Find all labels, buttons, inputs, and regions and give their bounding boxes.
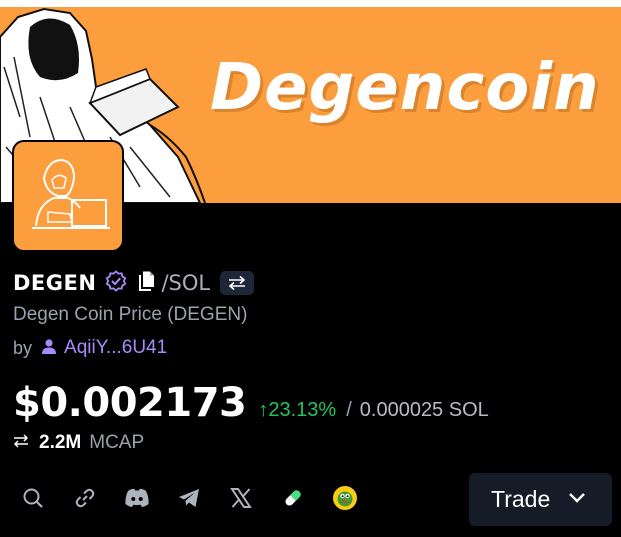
creator-row: by AqiiY...6U41 xyxy=(13,337,167,359)
by-label: by xyxy=(13,337,33,358)
search-icon[interactable] xyxy=(20,485,46,511)
copy-icon[interactable] xyxy=(137,270,157,297)
swap-icon[interactable] xyxy=(220,271,255,295)
hacker-line-icon xyxy=(32,158,110,229)
pill-icon[interactable] xyxy=(280,485,306,511)
quote-pair: /SOL xyxy=(161,271,211,295)
token-avatar xyxy=(12,140,124,252)
swap-arrows-icon xyxy=(13,432,29,454)
trade-label: Trade xyxy=(491,486,551,512)
chevron-down-icon xyxy=(568,491,586,509)
mcap-label: MCAP xyxy=(89,432,145,453)
price-in-sol: 0.000025 SOL xyxy=(359,399,489,421)
top-strip xyxy=(0,0,621,7)
price-separator: / xyxy=(346,399,352,421)
token-header: DEGEN /SOL xyxy=(13,268,255,298)
trade-button[interactable]: Trade xyxy=(469,473,612,526)
token-full-name: Degen Coin Price (DEGEN) xyxy=(13,304,248,325)
token-symbol: DEGEN xyxy=(13,271,97,295)
link-icon[interactable] xyxy=(72,485,98,511)
verified-badge-icon xyxy=(105,269,127,297)
telegram-icon[interactable] xyxy=(176,485,202,511)
discord-icon[interactable] xyxy=(124,485,150,511)
frog-icon[interactable] xyxy=(332,485,358,511)
mcap-value: 2.2M xyxy=(39,432,82,453)
x-icon[interactable] xyxy=(228,485,254,511)
banner-title: Degencoin xyxy=(210,51,600,125)
user-icon xyxy=(41,338,57,359)
token-price: $0.002173 xyxy=(13,380,247,426)
social-links xyxy=(20,485,384,511)
creator-address-link[interactable]: AqiiY...6U41 xyxy=(64,337,167,359)
price-row: $0.002173 ↑23.13% / 0.000025 SOL xyxy=(13,380,489,426)
market-cap: 2.2M MCAP xyxy=(13,432,144,454)
price-change: ↑23.13% xyxy=(258,399,337,421)
